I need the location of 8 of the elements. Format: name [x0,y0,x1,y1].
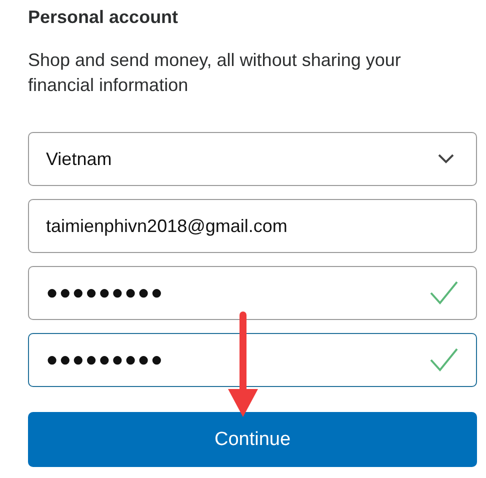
password-field[interactable]: ●●●●●●●●● [28,266,477,320]
country-dropdown[interactable]: Vietnam [28,132,477,186]
chevron-down-icon [438,154,454,164]
continue-button[interactable]: Continue [28,412,477,467]
description-text: Shop and send money, all without sharing your financial information [28,49,402,97]
form-title: Personal account [28,6,180,29]
email-field[interactable]: taimienphivn2018@gmail.com [28,199,477,253]
password-field[interactable]: ●●●●●●●●● [28,333,477,387]
